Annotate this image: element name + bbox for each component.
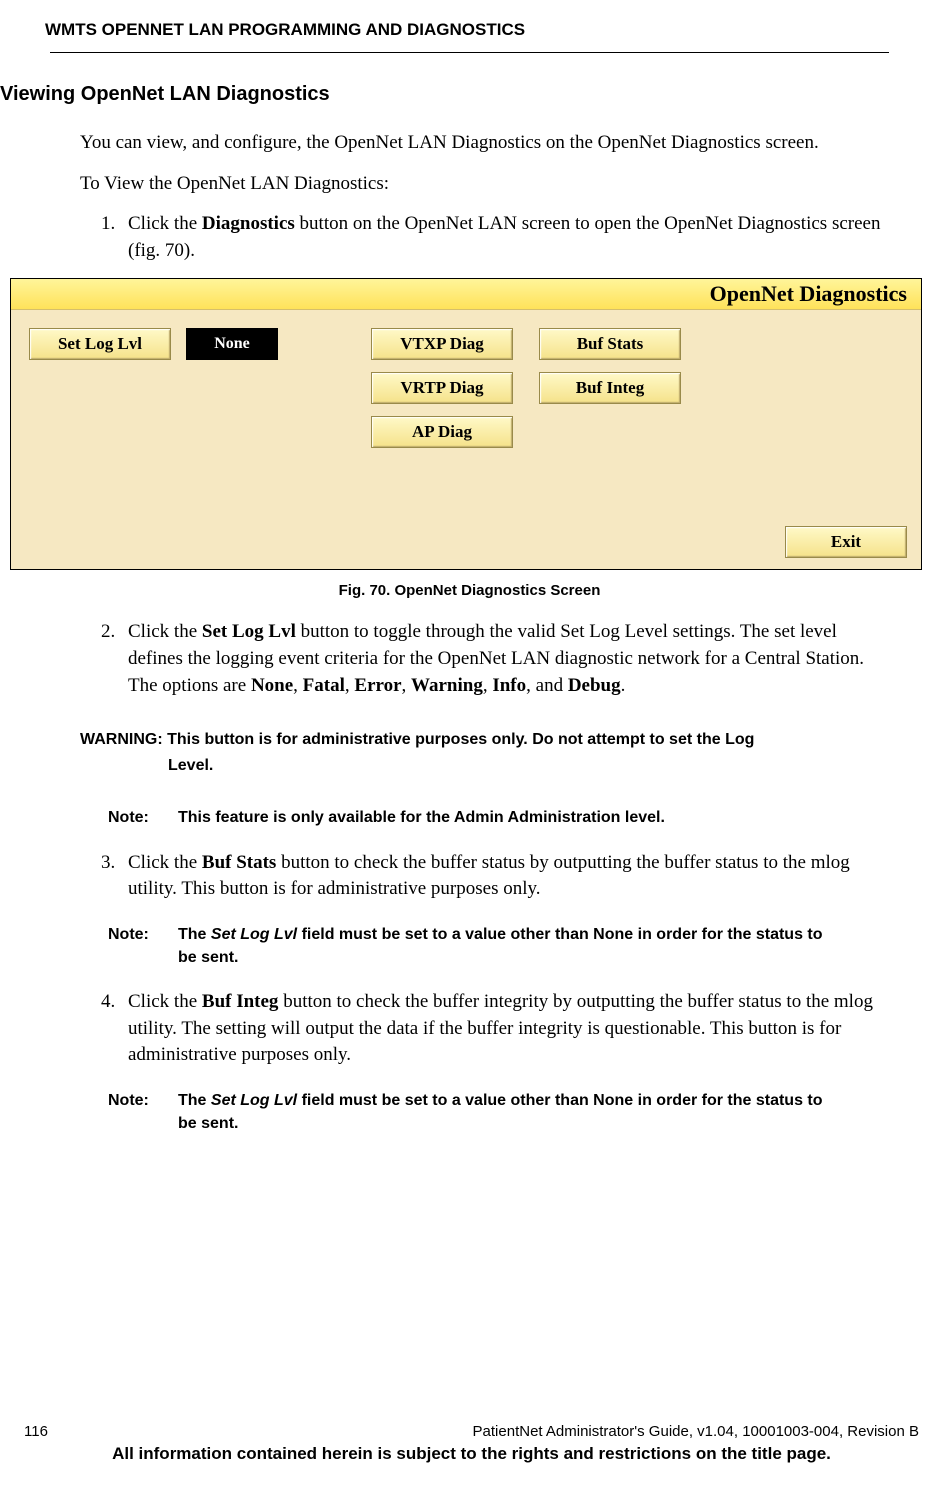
log-level-value-display: None	[186, 328, 278, 360]
doc-info: PatientNet Administrator's Guide, v1.04,…	[473, 1423, 919, 1440]
s2-end: .	[621, 675, 626, 696]
page-number: 116	[24, 1423, 48, 1440]
diagnostics-window: OpenNet Diagnostics Set Log Lvl None VTX…	[10, 278, 922, 570]
figure-caption: Fig. 70. OpenNet Diagnostics Screen	[10, 582, 929, 599]
warning-text-line2: Level.	[168, 753, 829, 779]
step1-bold: Diagnostics	[202, 213, 295, 234]
vrtp-diag-button[interactable]: VRTP Diag	[371, 372, 513, 404]
s4-bold: Buf Integ	[202, 991, 279, 1012]
s2-bold: Set Log Lvl	[202, 621, 296, 642]
s2-c1: ,	[293, 675, 303, 696]
s2-pre: Click the	[128, 621, 202, 642]
s3-bold: Buf Stats	[202, 852, 276, 873]
s2-opt6: Debug	[568, 675, 621, 696]
note-2: Note: The Set Log Lvl field must be set …	[108, 923, 829, 969]
s2-c5: , and	[526, 675, 568, 696]
s2-opt4: Warning	[411, 675, 483, 696]
n3-italic: Set Log Lvl	[211, 1092, 297, 1109]
step-2: Click the Set Log Lvl button to toggle t…	[120, 619, 889, 699]
s4-pre: Click the	[128, 991, 202, 1012]
intro-paragraph: You can view, and configure, the OpenNet…	[80, 130, 819, 157]
warning-text-line1: This button is for administrative purpos…	[167, 731, 754, 748]
step-1: Click the Diagnostics button on the Open…	[120, 211, 889, 264]
ap-diag-button[interactable]: AP Diag	[371, 416, 513, 448]
figure-70: OpenNet Diagnostics Set Log Lvl None VTX…	[10, 278, 929, 599]
note-3: Note: The Set Log Lvl field must be set …	[108, 1089, 829, 1135]
window-title: OpenNet Diagnostics	[710, 281, 907, 307]
s2-opt3: Error	[354, 675, 401, 696]
s2-c2: ,	[345, 675, 355, 696]
page-footer: 116 PatientNet Administrator's Guide, v1…	[0, 1423, 939, 1464]
header-rule	[50, 52, 889, 53]
warning-block: WARNING: This button is for administrati…	[80, 727, 829, 778]
section-heading: Viewing OpenNet LAN Diagnostics	[0, 83, 889, 106]
s2-opt2: Fatal	[303, 675, 345, 696]
set-log-lvl-button[interactable]: Set Log Lvl	[29, 328, 171, 360]
note-label: Note:	[108, 806, 178, 829]
note-2-body: The Set Log Lvl field must be set to a v…	[178, 923, 829, 969]
subintro-paragraph: To View the OpenNet LAN Diagnostics:	[80, 171, 819, 198]
s3-pre: Click the	[128, 852, 202, 873]
note-1: Note: This feature is only available for…	[108, 806, 829, 829]
s2-opt1: None	[251, 675, 293, 696]
n2-italic: Set Log Lvl	[211, 926, 297, 943]
note-label-2: Note:	[108, 923, 178, 969]
s2-opt5: Info	[492, 675, 526, 696]
page-header-title: WMTS OPENNET LAN PROGRAMMING AND DIAGNOS…	[45, 20, 889, 40]
footer-legal: All information contained herein is subj…	[24, 1444, 919, 1464]
buf-stats-button[interactable]: Buf Stats	[539, 328, 681, 360]
step-4: Click the Buf Integ button to check the …	[120, 989, 889, 1069]
note-1-body: This feature is only available for the A…	[178, 806, 829, 829]
window-titlebar: OpenNet Diagnostics	[11, 279, 921, 310]
warning-label: WARNING:	[80, 731, 167, 748]
step1-pre: Click the	[128, 213, 202, 234]
exit-button[interactable]: Exit	[785, 526, 907, 558]
s2-c4: ,	[483, 675, 493, 696]
n3-pre: The	[178, 1092, 211, 1109]
note-3-body: The Set Log Lvl field must be set to a v…	[178, 1089, 829, 1135]
n2-pre: The	[178, 926, 211, 943]
step-3: Click the Buf Stats button to check the …	[120, 850, 889, 903]
note-label-3: Note:	[108, 1089, 178, 1135]
s2-c3: ,	[402, 675, 412, 696]
buf-integ-button[interactable]: Buf Integ	[539, 372, 681, 404]
vtxp-diag-button[interactable]: VTXP Diag	[371, 328, 513, 360]
